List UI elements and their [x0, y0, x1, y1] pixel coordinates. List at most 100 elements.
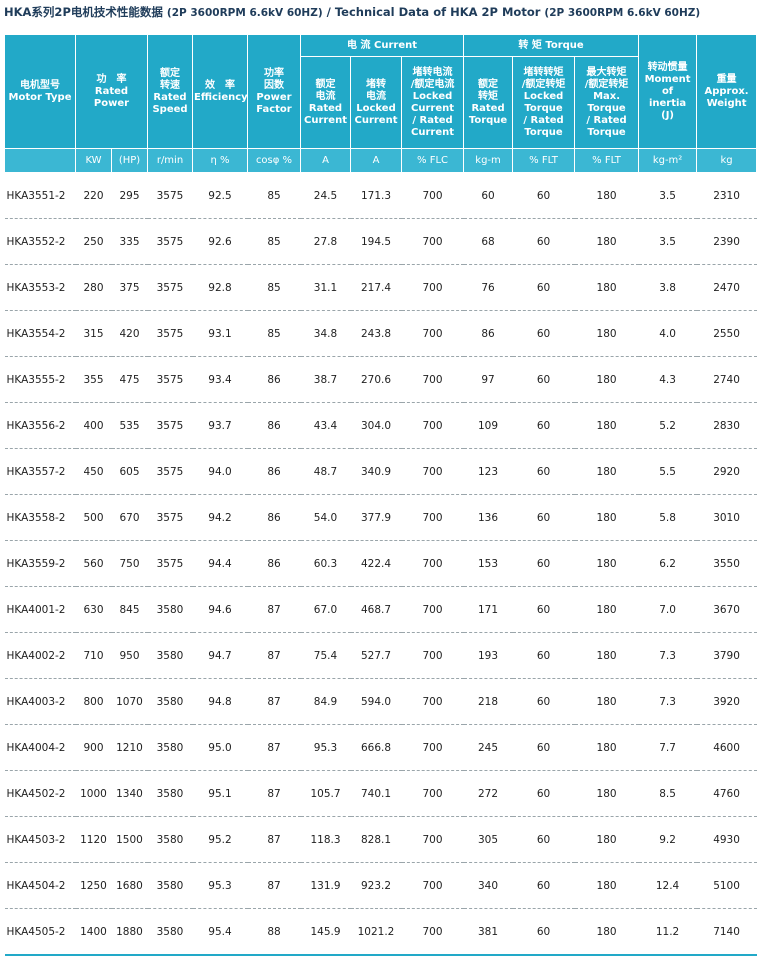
- cell-power-factor: 87: [247, 632, 301, 679]
- unit-power-factor: cosφ %: [247, 148, 301, 173]
- cell-locked-rated-current: 700: [401, 310, 464, 357]
- header-rated-current: 额定 电流 Rated Current: [300, 56, 351, 149]
- table-row: HKA4503-2 1120 1500 3580 95.2 87 118.3 828.1 700…: [4, 816, 757, 863]
- cell-rated-hp: 605: [111, 448, 148, 495]
- cell-max-torque: 180: [574, 540, 639, 587]
- cell-motor-type: HKA3552-2: [4, 218, 76, 265]
- cell-rated-hp: 950: [111, 632, 148, 679]
- cell-rated-speed: 3580: [147, 908, 193, 956]
- unit-max-torque: % FLT: [574, 148, 640, 173]
- cell-efficiency: 95.0: [192, 724, 248, 771]
- cell-locked-torque: 60: [512, 218, 575, 265]
- cell-locked-current: 923.2: [350, 862, 402, 909]
- cell-power-factor: 87: [247, 586, 301, 633]
- header-max-torque: 最大转矩 /额定转矩 Max. Torque / Rated Torque: [574, 56, 640, 149]
- table-row: HKA3554-2 315 420 3575 93.1 85 34.8 243.8 700 86 6…: [4, 310, 757, 357]
- cell-rated-torque: 218: [463, 678, 513, 725]
- cell-rated-current: 38.7: [300, 356, 351, 403]
- table-row: HKA3558-2 500 670 3575 94.2 86 54.0 377.9 700 136…: [4, 494, 757, 541]
- cell-max-torque: 180: [574, 172, 639, 219]
- cell-inertia: 4.0: [638, 310, 697, 357]
- cell-inertia: 4.3: [638, 356, 697, 403]
- title-main: HKA系列2P电机技术性能数据: [4, 5, 163, 19]
- table-row: HKA4504-2 1250 1680 3580 95.3 87 131.9 923.2 700…: [4, 862, 757, 909]
- header-motor-type: 电机型号 Motor Type: [4, 34, 76, 149]
- cell-rated-kw: 710: [75, 632, 112, 679]
- cell-rated-kw: 355: [75, 356, 112, 403]
- cell-motor-type: HKA4502-2: [4, 770, 76, 817]
- cell-rated-kw: 220: [75, 172, 112, 219]
- cell-rated-speed: 3575: [147, 172, 193, 219]
- cell-power-factor: 85: [247, 264, 301, 311]
- unit-speed: r/min: [147, 148, 193, 173]
- cell-efficiency: 92.6: [192, 218, 248, 265]
- cell-rated-hp: 375: [111, 264, 148, 311]
- table-row: HKA4001-2 630 845 3580 94.6 87 67.0 468.7 700 171…: [4, 586, 757, 633]
- cell-locked-torque: 60: [512, 862, 575, 909]
- cell-efficiency: 92.8: [192, 264, 248, 311]
- cell-locked-rated-current: 700: [401, 816, 464, 863]
- cell-motor-type: HKA3555-2: [4, 356, 76, 403]
- cell-motor-type: HKA3551-2: [4, 172, 76, 219]
- cell-power-factor: 85: [247, 218, 301, 265]
- cell-rated-speed: 3580: [147, 632, 193, 679]
- header-torque-group: 转 矩 Torque: [463, 34, 640, 57]
- unit-rated-torque: kg-m: [463, 148, 514, 173]
- cell-rated-torque: 340: [463, 862, 513, 909]
- cell-rated-hp: 475: [111, 356, 148, 403]
- cell-power-factor: 86: [247, 494, 301, 541]
- cell-max-torque: 180: [574, 448, 639, 495]
- table-row: HKA4502-2 1000 1340 3580 95.1 87 105.7 740.1 700…: [4, 770, 757, 817]
- cell-efficiency: 93.7: [192, 402, 248, 449]
- cell-efficiency: 94.2: [192, 494, 248, 541]
- cell-motor-type: HKA4505-2: [4, 908, 76, 956]
- cell-rated-torque: 97: [463, 356, 513, 403]
- cell-locked-current: 171.3: [350, 172, 402, 219]
- cell-rated-speed: 3580: [147, 770, 193, 817]
- cell-locked-torque: 60: [512, 172, 575, 219]
- cell-rated-kw: 450: [75, 448, 112, 495]
- title-english: Technical Data of HKA 2P Motor: [334, 5, 541, 19]
- cell-rated-kw: 1250: [75, 862, 112, 909]
- cell-rated-hp: 845: [111, 586, 148, 633]
- cell-rated-current: 27.8: [300, 218, 351, 265]
- cell-rated-torque: 109: [463, 402, 513, 449]
- cell-inertia: 12.4: [638, 862, 697, 909]
- cell-weight: 4760: [696, 770, 757, 817]
- table-body: HKA3551-2 220 295 3575 92.5 85 24.5 171.3 700 60 6…: [4, 172, 757, 956]
- cell-locked-torque: 60: [512, 494, 575, 541]
- cell-max-torque: 180: [574, 724, 639, 771]
- cell-locked-rated-current: 700: [401, 402, 464, 449]
- cell-locked-rated-current: 700: [401, 356, 464, 403]
- unit-locked-rated-current: % FLC: [400, 148, 465, 173]
- cell-efficiency: 93.4: [192, 356, 248, 403]
- cell-max-torque: 180: [574, 586, 639, 633]
- cell-rated-current: 145.9: [300, 908, 351, 956]
- cell-rated-hp: 750: [111, 540, 148, 587]
- cell-rated-speed: 3575: [147, 448, 193, 495]
- cell-inertia: 3.5: [638, 172, 697, 219]
- cell-rated-current: 34.8: [300, 310, 351, 357]
- cell-motor-type: HKA3559-2: [4, 540, 76, 587]
- cell-rated-kw: 560: [75, 540, 112, 587]
- cell-weight: 4930: [696, 816, 757, 863]
- cell-rated-speed: 3575: [147, 540, 193, 587]
- cell-locked-current: 740.1: [350, 770, 402, 817]
- cell-rated-current: 75.4: [300, 632, 351, 679]
- cell-motor-type: HKA4004-2: [4, 724, 76, 771]
- cell-max-torque: 180: [574, 310, 639, 357]
- cell-locked-torque: 60: [512, 632, 575, 679]
- cell-efficiency: 94.0: [192, 448, 248, 495]
- cell-inertia: 8.5: [638, 770, 697, 817]
- cell-motor-type: HKA3554-2: [4, 310, 76, 357]
- cell-power-factor: 87: [247, 678, 301, 725]
- cell-locked-torque: 60: [512, 402, 575, 449]
- cell-weight: 2310: [696, 172, 757, 219]
- cell-max-torque: 180: [574, 816, 639, 863]
- cell-rated-kw: 1000: [75, 770, 112, 817]
- cell-locked-current: 243.8: [350, 310, 402, 357]
- cell-efficiency: 95.4: [192, 908, 248, 956]
- cell-rated-current: 84.9: [300, 678, 351, 725]
- cell-efficiency: 92.5: [192, 172, 248, 219]
- cell-rated-current: 105.7: [300, 770, 351, 817]
